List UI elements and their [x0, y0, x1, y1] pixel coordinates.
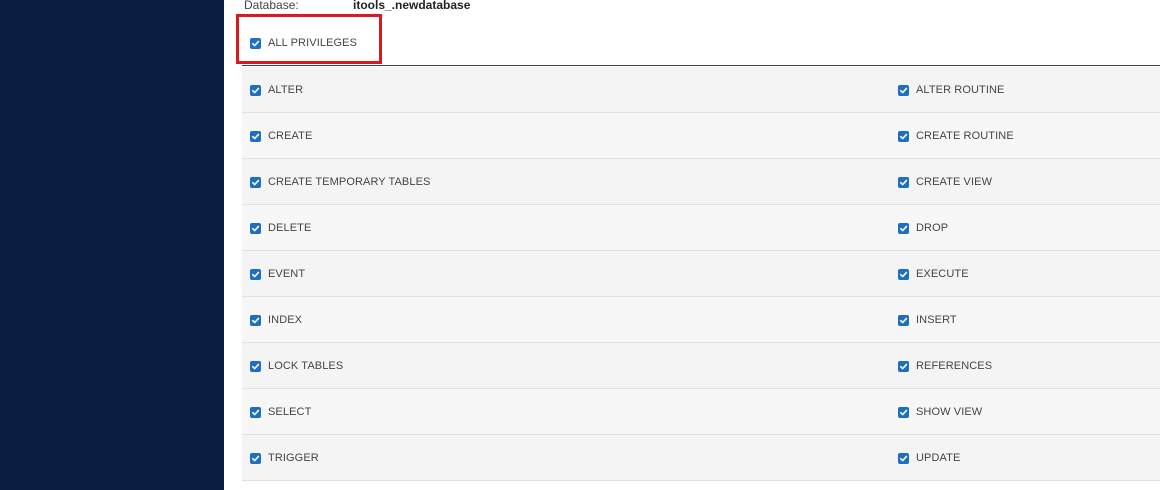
privilege-label: REFERENCES	[916, 360, 993, 372]
privilege-label: UPDATE	[916, 452, 961, 464]
privilege-checkbox[interactable]: SELECT	[250, 406, 311, 418]
privilege-label: CREATE	[268, 130, 313, 142]
privilege-label: TRIGGER	[268, 452, 319, 464]
checkmark-icon[interactable]	[250, 314, 261, 326]
all-privileges-checkbox[interactable]: ALL PRIVILEGES	[250, 37, 357, 49]
checkmark-icon[interactable]	[250, 37, 261, 49]
privilege-checkbox[interactable]: ALTER ROUTINE	[898, 84, 1005, 96]
privilege-checkbox[interactable]: INDEX	[250, 314, 302, 326]
checkmark-icon[interactable]	[898, 84, 909, 96]
privilege-checkbox[interactable]: CREATE TEMPORARY TABLES	[250, 176, 430, 188]
privilege-checkbox[interactable]: CREATE ROUTINE	[898, 130, 1014, 142]
privilege-row: INDEX INSERT	[242, 297, 1160, 343]
privilege-label: INSERT	[916, 314, 957, 326]
privilege-label: SELECT	[268, 406, 312, 418]
privilege-row: TRIGGER UPDATE	[242, 435, 1160, 481]
privilege-label: CREATE ROUTINE	[916, 130, 1014, 142]
privilege-checkbox[interactable]: EVENT	[250, 268, 305, 280]
privilege-checkbox[interactable]: EXECUTE	[898, 268, 969, 280]
privilege-label: LOCK TABLES	[268, 360, 344, 372]
checkmark-icon[interactable]	[250, 84, 261, 96]
privilege-checkbox[interactable]: CREATE VIEW	[898, 176, 992, 188]
privilege-label: INDEX	[268, 314, 303, 326]
checkmark-icon[interactable]	[250, 406, 261, 418]
privilege-label: ALTER	[268, 84, 304, 96]
checkmark-icon[interactable]	[250, 360, 261, 372]
database-name: itools_.newdatabase	[353, 0, 471, 12]
checkmark-icon[interactable]	[898, 268, 909, 280]
all-privileges-label: ALL PRIVILEGES	[268, 37, 358, 49]
privilege-checkbox[interactable]: LOCK TABLES	[250, 360, 343, 372]
privilege-label: ALTER ROUTINE	[916, 84, 1005, 96]
privilege-checkbox[interactable]: DELETE	[250, 222, 311, 234]
privilege-label: EVENT	[268, 268, 306, 280]
checkmark-icon[interactable]	[898, 222, 909, 234]
checkmark-icon[interactable]	[898, 406, 909, 418]
privilege-checkbox[interactable]: ALTER	[250, 84, 303, 96]
privilege-label: DELETE	[268, 222, 312, 234]
privilege-row: SELECT SHOW VIEW	[242, 389, 1160, 435]
privilege-label: CREATE VIEW	[916, 176, 993, 188]
privilege-label: EXECUTE	[916, 268, 969, 280]
checkmark-icon[interactable]	[898, 360, 909, 372]
checkmark-icon[interactable]	[250, 222, 261, 234]
privilege-checkbox[interactable]: UPDATE	[898, 452, 960, 464]
privilege-row: DELETE DROP	[242, 205, 1160, 251]
privilege-label: SHOW VIEW	[916, 406, 983, 418]
privilege-checkbox[interactable]: REFERENCES	[898, 360, 992, 372]
checkmark-icon[interactable]	[898, 130, 909, 142]
checkmark-icon[interactable]	[898, 452, 909, 464]
privilege-checkbox[interactable]: DROP	[898, 222, 948, 234]
privilege-label: DROP	[916, 222, 949, 234]
database-label: Database:	[244, 0, 299, 12]
privilege-checkbox[interactable]: INSERT	[898, 314, 957, 326]
privilege-row: CREATE TEMPORARY TABLES CREATE VIEW	[242, 159, 1160, 205]
all-privileges-row: ALL PRIVILEGES	[242, 16, 1160, 66]
privilege-checkbox[interactable]: CREATE	[250, 130, 312, 142]
privilege-row: ALTER ALTER ROUTINE	[242, 67, 1160, 113]
checkmark-icon[interactable]	[250, 452, 261, 464]
privilege-label: CREATE TEMPORARY TABLES	[268, 176, 431, 188]
privilege-checkbox[interactable]: TRIGGER	[250, 452, 319, 464]
privilege-checkbox[interactable]: SHOW VIEW	[898, 406, 982, 418]
privilege-row: LOCK TABLES REFERENCES	[242, 343, 1160, 389]
checkmark-icon[interactable]	[250, 268, 261, 280]
checkmark-icon[interactable]	[250, 176, 261, 188]
checkmark-icon[interactable]	[898, 314, 909, 326]
sidebar	[0, 0, 224, 490]
privilege-row: EVENT EXECUTE	[242, 251, 1160, 297]
main-content: Database: itools_.newdatabase ALL PRIVIL…	[224, 0, 1160, 490]
privileges-list: ALTER ALTER ROUTINE CREATE CREATE ROUTINE CR…	[242, 67, 1160, 481]
checkmark-icon[interactable]	[898, 176, 909, 188]
privilege-row: CREATE CREATE ROUTINE	[242, 113, 1160, 159]
checkmark-icon[interactable]	[250, 130, 261, 142]
